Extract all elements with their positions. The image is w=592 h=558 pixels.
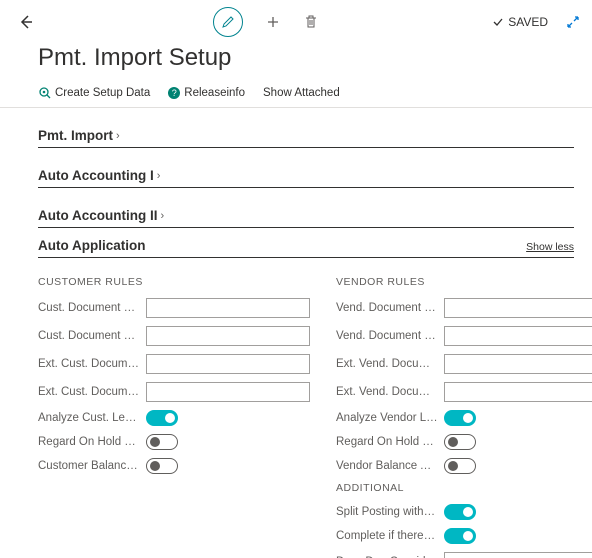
vend-onhold-toggle[interactable] bbox=[444, 434, 476, 450]
saved-indicator: SAVED bbox=[492, 15, 548, 29]
chevron-right-icon: › bbox=[116, 130, 120, 142]
field-label: Vend. Document No. ... bbox=[336, 302, 444, 314]
vend-doc-1-input[interactable] bbox=[444, 298, 592, 318]
field-label: Cust. Document No. ... bbox=[38, 330, 146, 342]
field-complete-if: Complete if there is a... bbox=[336, 528, 592, 544]
field-cust-doc-2: Cust. Document No. ... bbox=[38, 326, 310, 346]
field-label: Vendor Balance Appli... bbox=[336, 460, 444, 472]
field-vend-doc-2: Vend. Document No. ... bbox=[336, 326, 592, 346]
field-cust-onhold: Regard On Hold on C... bbox=[38, 434, 310, 450]
field-label: Analyze Vendor Ledg... bbox=[336, 412, 444, 424]
group-additional: ADDITIONAL bbox=[336, 482, 592, 494]
analyze-cust-toggle[interactable] bbox=[146, 410, 178, 426]
fasttab-auto-accounting-1[interactable]: Auto Accounting I › bbox=[38, 158, 574, 188]
content-area: Pmt. Import › Auto Accounting I › Auto A… bbox=[0, 108, 592, 558]
field-label: Split Posting with Ext... bbox=[336, 506, 444, 518]
ext-vend-doc-2-input[interactable] bbox=[444, 382, 592, 402]
field-label: Regard On Hold on C... bbox=[38, 436, 146, 448]
ext-cust-doc-2-input[interactable] bbox=[146, 382, 310, 402]
fasttab-auto-accounting-2[interactable]: Auto Accounting II › bbox=[38, 198, 574, 228]
action-bar: Create Setup Data ? Releaseinfo Show Att… bbox=[0, 86, 592, 108]
cust-balance-toggle[interactable] bbox=[146, 458, 178, 474]
expand-button[interactable] bbox=[566, 15, 580, 29]
fasttab-pmt-import[interactable]: Pmt. Import › bbox=[38, 118, 574, 148]
show-less-link[interactable]: Show less bbox=[526, 241, 574, 253]
action-show-attached[interactable]: Show Attached bbox=[263, 86, 340, 99]
vend-doc-2-input[interactable] bbox=[444, 326, 592, 346]
action-label: Releaseinfo bbox=[184, 87, 245, 99]
vendor-column: VENDOR RULES Vend. Document No. ... Vend… bbox=[336, 270, 592, 558]
group-vendor-rules: VENDOR RULES bbox=[336, 276, 592, 288]
field-label: Analyze Cust. Ledger ... bbox=[38, 412, 146, 424]
field-ext-vend-doc-1: Ext. Vend. Document ... bbox=[336, 354, 592, 374]
cust-doc-1-input[interactable] bbox=[146, 298, 310, 318]
field-days-due: Days Due Considerati... bbox=[336, 552, 592, 558]
top-bar: SAVED bbox=[0, 0, 592, 44]
arrow-left-icon bbox=[18, 14, 34, 30]
action-create-setup-data[interactable]: Create Setup Data bbox=[38, 86, 150, 99]
chevron-right-icon: › bbox=[160, 210, 164, 222]
field-cust-doc-1: Cust. Document No. ... bbox=[38, 298, 310, 318]
field-label: Ext. Vend. Document ... bbox=[336, 386, 444, 398]
expand-icon bbox=[566, 15, 580, 29]
check-icon bbox=[492, 16, 504, 28]
customer-column: CUSTOMER RULES Cust. Document No. ... Cu… bbox=[38, 270, 310, 558]
field-analyze-vend: Analyze Vendor Ledg... bbox=[336, 410, 592, 426]
field-vend-balance: Vendor Balance Appli... bbox=[336, 458, 592, 474]
edit-button[interactable] bbox=[213, 7, 243, 37]
chevron-right-icon: › bbox=[157, 170, 161, 182]
field-label: Complete if there is a... bbox=[336, 530, 444, 542]
delete-button[interactable] bbox=[303, 14, 319, 30]
ext-vend-doc-1-input[interactable] bbox=[444, 354, 592, 374]
field-ext-cust-doc-2: Ext. Cust. Document ... bbox=[38, 382, 310, 402]
field-label: Cust. Document No. ... bbox=[38, 302, 146, 314]
ext-cust-doc-1-input[interactable] bbox=[146, 354, 310, 374]
plus-icon bbox=[266, 15, 280, 29]
field-analyze-cust: Analyze Cust. Ledger ... bbox=[38, 410, 310, 426]
new-button[interactable] bbox=[265, 14, 281, 30]
field-label: Ext. Cust. Document ... bbox=[38, 358, 146, 370]
pencil-icon bbox=[221, 15, 235, 29]
field-split-posting: Split Posting with Ext... bbox=[336, 504, 592, 520]
fasttab-title: Auto Accounting II bbox=[38, 208, 157, 223]
days-due-input[interactable] bbox=[444, 552, 592, 558]
field-vend-onhold: Regard On Hold on V... bbox=[336, 434, 592, 450]
field-label: Regard On Hold on V... bbox=[336, 436, 444, 448]
trash-icon bbox=[305, 15, 317, 29]
field-cust-balance: Customer Balance Ap... bbox=[38, 458, 310, 474]
action-label: Show Attached bbox=[263, 87, 340, 99]
saved-label: SAVED bbox=[508, 15, 548, 29]
vend-balance-toggle[interactable] bbox=[444, 458, 476, 474]
field-vend-doc-1: Vend. Document No. ... bbox=[336, 298, 592, 318]
field-label: Vend. Document No. ... bbox=[336, 330, 444, 342]
field-label: Customer Balance Ap... bbox=[38, 460, 146, 472]
page-title: Pmt. Import Setup bbox=[0, 44, 592, 86]
action-label: Create Setup Data bbox=[55, 87, 150, 99]
section-title: Auto Application bbox=[38, 238, 146, 253]
cust-onhold-toggle[interactable] bbox=[146, 434, 178, 450]
question-icon: ? bbox=[168, 87, 180, 99]
fasttab-title: Auto Accounting I bbox=[38, 168, 154, 183]
field-label: Ext. Cust. Document ... bbox=[38, 386, 146, 398]
complete-if-toggle[interactable] bbox=[444, 528, 476, 544]
section-auto-application: Auto Application Show less bbox=[38, 238, 574, 258]
group-customer-rules: CUSTOMER RULES bbox=[38, 276, 310, 288]
field-ext-vend-doc-2: Ext. Vend. Document ... bbox=[336, 382, 592, 402]
top-center-actions bbox=[40, 7, 492, 37]
auto-application-columns: CUSTOMER RULES Cust. Document No. ... Cu… bbox=[38, 270, 574, 558]
analyze-vend-toggle[interactable] bbox=[444, 410, 476, 426]
split-posting-toggle[interactable] bbox=[444, 504, 476, 520]
back-button[interactable] bbox=[12, 8, 40, 36]
gear-play-icon bbox=[38, 86, 51, 99]
field-label: Ext. Vend. Document ... bbox=[336, 358, 444, 370]
field-ext-cust-doc-1: Ext. Cust. Document ... bbox=[38, 354, 310, 374]
cust-doc-2-input[interactable] bbox=[146, 326, 310, 346]
fasttab-title: Pmt. Import bbox=[38, 128, 113, 143]
action-releaseinfo[interactable]: ? Releaseinfo bbox=[168, 86, 245, 99]
